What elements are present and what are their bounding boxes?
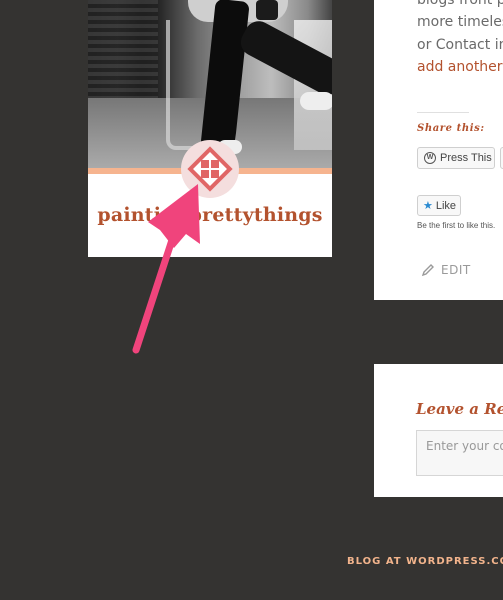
footer-wordpress-link[interactable]: BLOG AT WORDPRESS.COM. [347,556,503,567]
like-label: Like [435,199,457,212]
photo-bag [256,0,278,20]
pencil-icon [421,264,434,277]
reply-heading: Leave a Re [416,400,503,418]
photo-shoe [300,92,332,110]
post-line: more timeless [417,14,503,30]
pointer-arrow-icon [132,184,200,354]
reply-panel: Leave a Re Enter your comment here... [374,364,503,497]
edit-link[interactable]: EDIT [421,263,471,277]
share-divider [417,112,469,113]
post-line: or Contact info [417,37,503,53]
press-this-button[interactable]: W Press This [417,147,495,169]
like-button[interactable]: ★ Like [417,195,461,216]
press-this-label: Press This [440,152,492,164]
share-heading: Share this: [417,123,485,134]
like-note: Be the first to like this. [417,221,496,230]
wordpress-icon: W [424,152,436,164]
star-icon: ★ [423,200,433,212]
comment-input[interactable]: Enter your comment here... [416,430,503,476]
post-link[interactable]: add another p [417,56,503,78]
post-panel: blogs front pa more timeless or Contact … [374,0,503,300]
edit-label: EDIT [441,263,471,277]
post-line: blogs front pa [417,0,503,8]
